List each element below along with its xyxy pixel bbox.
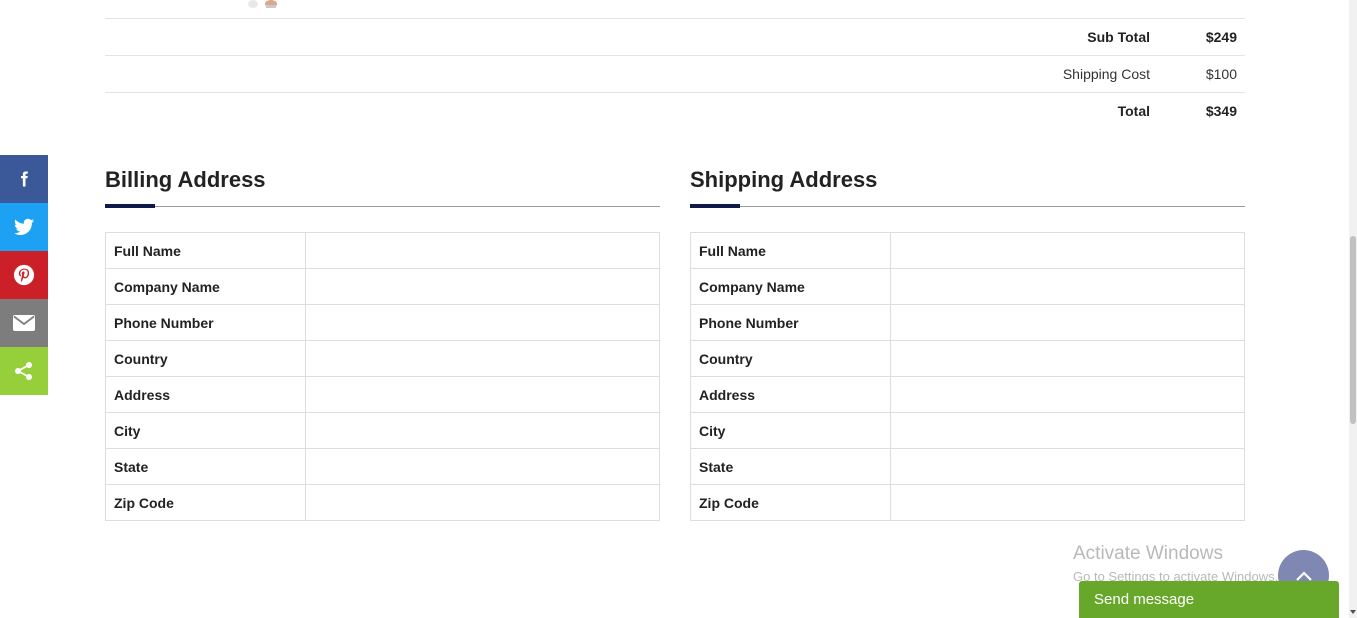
field-value: [889, 412, 1246, 449]
title-accent-bar: [105, 204, 155, 208]
field-value: [304, 376, 661, 413]
send-message-button[interactable]: Send message: [1079, 581, 1339, 618]
table-row: Full Name: [105, 232, 661, 269]
pinterest-icon: [13, 264, 35, 286]
field-label: Full Name: [690, 232, 891, 269]
scroll-down-arrow-icon[interactable]: [1350, 610, 1356, 614]
field-value: [304, 412, 661, 449]
table-row: Country: [690, 340, 1246, 377]
field-label: Country: [105, 340, 306, 377]
twitter-icon: [14, 218, 34, 235]
table-row: Address: [690, 376, 1246, 413]
field-label: Zip Code: [105, 484, 306, 521]
scrollbar-thumb[interactable]: [1350, 236, 1356, 424]
page: Sub Total $249 Shipping Cost $100 Total …: [0, 0, 1357, 618]
table-row: Full Name: [690, 232, 1246, 269]
shipping-cost-label: Shipping Cost: [1062, 66, 1150, 82]
billing-address-title: Billing Address: [105, 167, 266, 192]
field-value: [889, 304, 1246, 341]
field-label: State: [105, 448, 306, 485]
page-scrollbar[interactable]: [1349, 0, 1357, 618]
table-row: Zip Code: [105, 484, 661, 521]
field-label: City: [105, 412, 306, 449]
social-share-bar: [0, 155, 48, 395]
field-label: Address: [105, 376, 306, 413]
order-summary: Sub Total $249 Shipping Cost $100 Total …: [105, 18, 1245, 129]
facebook-share-button[interactable]: [0, 155, 48, 203]
field-value: [889, 232, 1246, 269]
field-value: [304, 484, 661, 521]
table-row: City: [105, 412, 661, 449]
table-row: Phone Number: [690, 304, 1246, 341]
summary-row-total: Total $349: [105, 92, 1245, 129]
title-accent-bar: [690, 204, 740, 208]
field-value: [889, 376, 1246, 413]
billing-title-divider: [105, 204, 660, 208]
field-value: [889, 484, 1246, 521]
share-icon: [15, 362, 32, 380]
field-label: Full Name: [105, 232, 306, 269]
field-value: [304, 448, 661, 485]
field-label: State: [690, 448, 891, 485]
chevron-up-icon: [1295, 570, 1312, 581]
field-label: Company Name: [690, 268, 891, 305]
table-row: Company Name: [105, 268, 661, 305]
field-value: [889, 268, 1246, 305]
shipping-address-table: Full Name Company Name Phone Number Coun…: [690, 232, 1246, 521]
billing-address-section: Billing Address Full Name Company Name P…: [105, 166, 661, 521]
table-row: City: [690, 412, 1246, 449]
shipping-cost-value: $100: [1205, 66, 1237, 82]
activate-windows-watermark: Activate Windows Go to Settings to activ…: [1073, 543, 1278, 586]
table-row: Address: [105, 376, 661, 413]
shipping-title-divider: [690, 204, 1245, 208]
total-label: Total: [1117, 103, 1150, 119]
email-share-button[interactable]: [0, 299, 48, 347]
field-value: [889, 448, 1246, 485]
table-row: State: [690, 448, 1246, 485]
table-row: Phone Number: [105, 304, 661, 341]
field-label: Country: [690, 340, 891, 377]
field-value: [304, 232, 661, 269]
billing-address-table: Full Name Company Name Phone Number Coun…: [105, 232, 661, 521]
summary-row-shipping: Shipping Cost $100: [105, 55, 1245, 92]
field-label: Zip Code: [690, 484, 891, 521]
field-value: [889, 340, 1246, 377]
twitter-share-button[interactable]: [0, 203, 48, 251]
subtotal-label: Sub Total: [1087, 29, 1150, 45]
field-label: Phone Number: [690, 304, 891, 341]
field-value: [304, 304, 661, 341]
shipping-address-title: Shipping Address: [690, 167, 878, 192]
facebook-icon: [21, 171, 28, 187]
field-label: Phone Number: [105, 304, 306, 341]
email-icon: [13, 315, 35, 331]
table-row: Company Name: [690, 268, 1246, 305]
more-share-button[interactable]: [0, 347, 48, 395]
table-row: Country: [105, 340, 661, 377]
table-row: Zip Code: [690, 484, 1246, 521]
total-value: $349: [1205, 103, 1237, 119]
field-value: [304, 268, 661, 305]
field-label: Address: [690, 376, 891, 413]
shipping-address-section: Shipping Address Full Name Company Name …: [690, 166, 1246, 521]
product-thumbnail: [248, 0, 277, 8]
subtotal-value: $249: [1205, 29, 1237, 45]
summary-row-subtotal: Sub Total $249: [105, 18, 1245, 55]
pinterest-share-button[interactable]: [0, 251, 48, 299]
watermark-title: Activate Windows: [1073, 543, 1223, 564]
table-row: State: [105, 448, 661, 485]
field-value: [304, 340, 661, 377]
field-label: City: [690, 412, 891, 449]
field-label: Company Name: [105, 268, 306, 305]
